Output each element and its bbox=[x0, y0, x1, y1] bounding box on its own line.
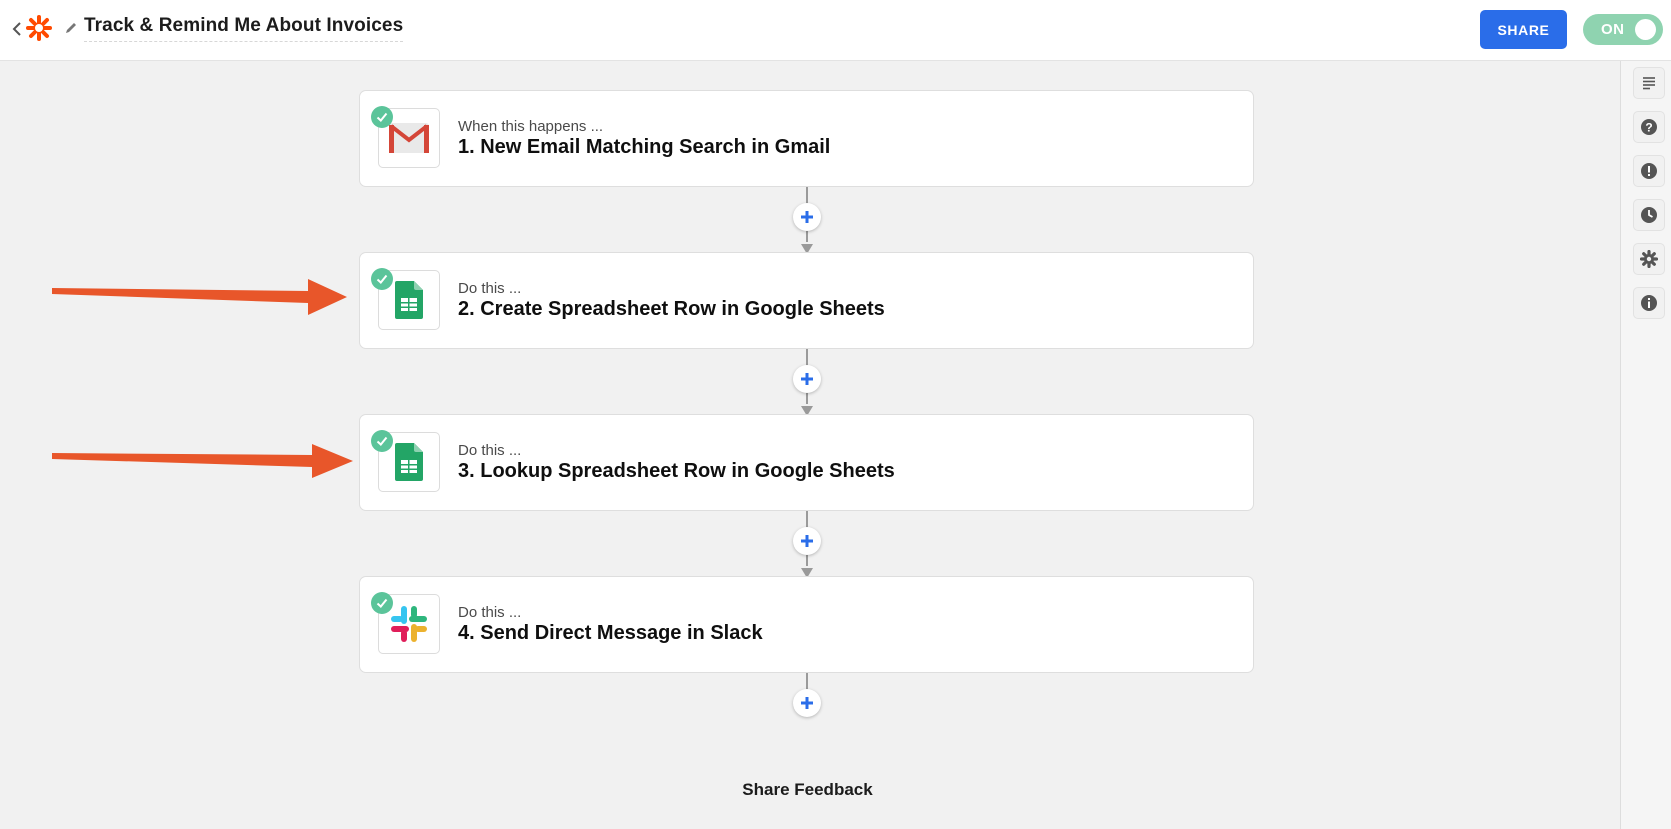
annotation-arrow bbox=[52, 444, 353, 478]
toggle-label: ON bbox=[1601, 21, 1625, 38]
settings-button[interactable] bbox=[1633, 243, 1665, 275]
step-title: 2. Create Spreadsheet Row in Google Shee… bbox=[458, 298, 885, 320]
plus-icon bbox=[801, 697, 813, 709]
alerts-button[interactable] bbox=[1633, 155, 1665, 187]
step-title: 4. Send Direct Message in Slack bbox=[458, 622, 763, 644]
notes-icon bbox=[1643, 77, 1655, 90]
share-button[interactable]: SHARE bbox=[1480, 10, 1567, 49]
right-sidebar: ? bbox=[1620, 61, 1671, 829]
plus-icon bbox=[801, 211, 813, 223]
plus-icon bbox=[801, 373, 813, 385]
alert-icon bbox=[1641, 163, 1657, 179]
add-step-button[interactable] bbox=[793, 527, 821, 555]
step-title: 3. Lookup Spreadsheet Row in Google Shee… bbox=[458, 460, 895, 482]
step-card-3[interactable]: Do this ... 3. Lookup Spreadsheet Row in… bbox=[359, 414, 1254, 511]
share-feedback-link[interactable]: Share Feedback bbox=[720, 780, 895, 800]
check-icon bbox=[371, 268, 393, 290]
info-icon bbox=[1641, 295, 1657, 311]
add-step-button[interactable] bbox=[793, 203, 821, 231]
step-prefix: Do this ... bbox=[458, 442, 522, 459]
toggle-knob bbox=[1635, 19, 1656, 40]
plus-icon bbox=[801, 535, 813, 547]
zapier-logo-icon[interactable] bbox=[26, 15, 52, 41]
help-icon: ? bbox=[1641, 119, 1657, 135]
step-prefix: When this happens ... bbox=[458, 118, 604, 135]
check-icon bbox=[371, 430, 393, 452]
top-bar: Track & Remind Me About Invoices SHARE O… bbox=[0, 0, 1671, 61]
history-icon bbox=[1641, 207, 1657, 223]
help-button[interactable]: ? bbox=[1633, 111, 1665, 143]
back-chevron-icon[interactable] bbox=[9, 19, 25, 39]
pencil-icon[interactable] bbox=[64, 21, 78, 35]
add-step-button[interactable] bbox=[793, 689, 821, 717]
step-prefix: Do this ... bbox=[458, 280, 522, 297]
svg-text:?: ? bbox=[1645, 121, 1652, 135]
step-card-4[interactable]: Do this ... 4. Send Direct Message in Sl… bbox=[359, 576, 1254, 673]
check-icon bbox=[371, 106, 393, 128]
annotation-arrow bbox=[52, 279, 347, 315]
step-card-2[interactable]: Do this ... 2. Create Spreadsheet Row in… bbox=[359, 252, 1254, 349]
zap-title[interactable]: Track & Remind Me About Invoices bbox=[84, 15, 404, 42]
add-step-button[interactable] bbox=[793, 365, 821, 393]
step-card-1[interactable]: When this happens ... 1. New Email Match… bbox=[359, 90, 1254, 187]
info-button[interactable] bbox=[1633, 287, 1665, 319]
on-off-toggle[interactable]: ON bbox=[1583, 14, 1663, 45]
step-title: 1. New Email Matching Search in Gmail bbox=[458, 136, 831, 158]
notes-button[interactable] bbox=[1633, 67, 1665, 99]
history-button[interactable] bbox=[1633, 199, 1665, 231]
check-icon bbox=[371, 592, 393, 614]
settings-icon bbox=[1640, 250, 1658, 268]
step-prefix: Do this ... bbox=[458, 604, 522, 621]
